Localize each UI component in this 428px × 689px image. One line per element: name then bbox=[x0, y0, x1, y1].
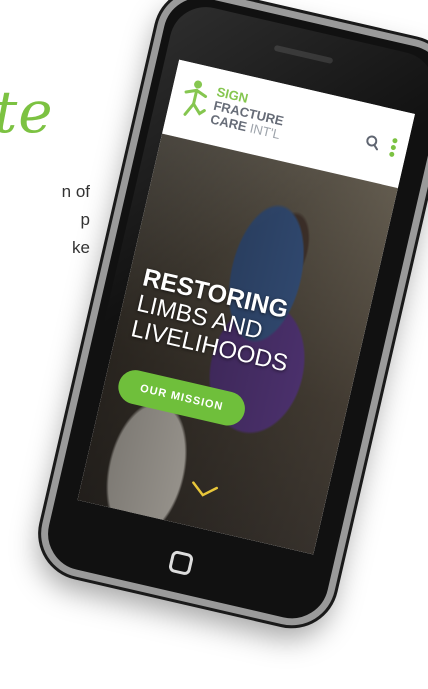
logo-wordmark: SIGN FRACTURE CARE INT'L bbox=[209, 84, 288, 142]
background-heading-fragment: te bbox=[0, 78, 54, 146]
background-text-line: n of bbox=[61, 182, 90, 201]
hero-banner: RESTORING LIMBS AND LIVELIHOODS OUR MISS… bbox=[77, 133, 398, 555]
background-text-line: p bbox=[80, 210, 90, 229]
phone-body: SIGN FRACTURE CARE INT'L RESTORING LIMBS… bbox=[32, 0, 428, 635]
phone-earpiece bbox=[273, 44, 334, 65]
search-icon[interactable] bbox=[364, 134, 381, 151]
background-text-line: ke bbox=[72, 238, 90, 257]
phone-screen: SIGN FRACTURE CARE INT'L RESTORING LIMBS… bbox=[77, 59, 415, 555]
more-vertical-icon[interactable] bbox=[388, 137, 399, 159]
phone-home-button bbox=[167, 549, 195, 577]
phone-mockup: SIGN FRACTURE CARE INT'L RESTORING LIMBS… bbox=[32, 0, 428, 635]
background-paragraph: n of p ke bbox=[0, 178, 90, 262]
logo-figure-icon bbox=[183, 80, 208, 116]
